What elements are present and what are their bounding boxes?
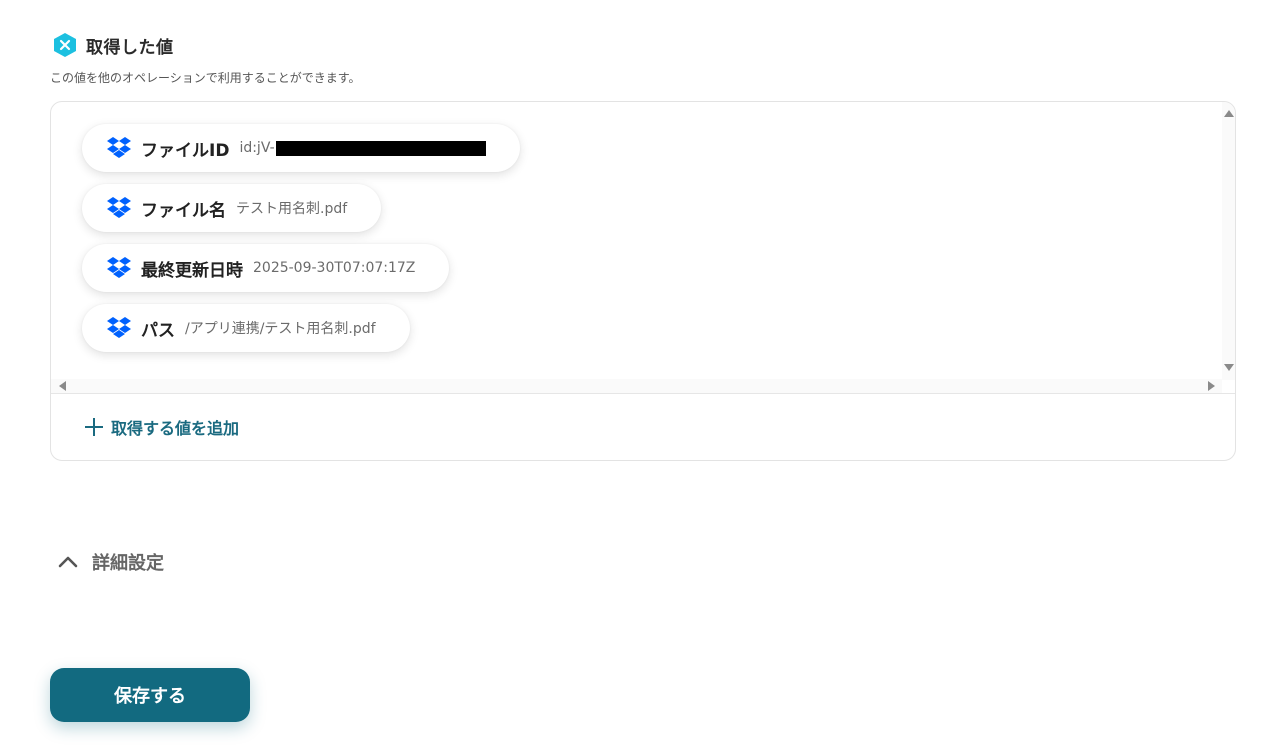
value-text: /アプリ連携/テスト用名刺.pdf: [185, 321, 376, 337]
section-title: 取得した値: [86, 37, 174, 58]
section-description: この値を他のオペレーションで利用することができます。: [50, 71, 361, 85]
vertical-scrollbar[interactable]: [1222, 102, 1235, 380]
advanced-settings-label: 詳細設定: [92, 553, 164, 574]
scroll-down-arrow-icon[interactable]: [1224, 364, 1234, 371]
values-scroll-area[interactable]: ファイルID id:jV- ファイル名 テスト用名刺.pdf 最終更新日時 20…: [51, 102, 1235, 394]
scroll-left-arrow-icon[interactable]: [59, 381, 66, 391]
dropbox-icon: [107, 197, 131, 218]
value-pill-last-modified[interactable]: 最終更新日時 2025-09-30T07:07:17Z: [82, 244, 450, 292]
horizontal-scrollbar[interactable]: [51, 379, 1222, 393]
chevron-up-icon: [58, 556, 78, 568]
acquired-values-panel: ファイルID id:jV- ファイル名 テスト用名刺.pdf 最終更新日時 20…: [50, 101, 1236, 461]
value-pill-file-name[interactable]: ファイル名 テスト用名刺.pdf: [82, 184, 382, 232]
value-label: 最終更新日時: [141, 260, 243, 281]
scroll-right-arrow-icon[interactable]: [1208, 381, 1215, 391]
value-label: パス: [141, 320, 175, 341]
page: 取得した値 この値を他のオペレーションで利用することができます。 ファイルID …: [0, 0, 1285, 756]
value-label: ファイル名: [141, 200, 226, 221]
redacted-block: [275, 140, 486, 156]
add-value-label: 取得する値を追加: [111, 419, 240, 438]
add-value-button[interactable]: 取得する値を追加: [85, 415, 239, 439]
yoom-x-icon: [54, 33, 76, 57]
value-pill-path[interactable]: パス /アプリ連携/テスト用名刺.pdf: [82, 304, 410, 352]
scroll-up-arrow-icon[interactable]: [1224, 110, 1234, 117]
dropbox-icon: [107, 257, 131, 278]
value-text: id:jV-: [239, 140, 275, 156]
value-label: ファイルID: [141, 140, 230, 161]
value-pill-file-id[interactable]: ファイルID id:jV-: [82, 124, 520, 172]
plus-icon: [85, 418, 103, 436]
value-text: テスト用名刺.pdf: [236, 201, 348, 217]
section-header: 取得した値: [52, 32, 174, 58]
advanced-settings-toggle[interactable]: 詳細設定: [58, 549, 164, 575]
dropbox-icon: [107, 137, 131, 158]
save-button[interactable]: 保存する: [50, 668, 250, 722]
dropbox-icon: [107, 317, 131, 338]
value-text: 2025-09-30T07:07:17Z: [253, 260, 416, 276]
